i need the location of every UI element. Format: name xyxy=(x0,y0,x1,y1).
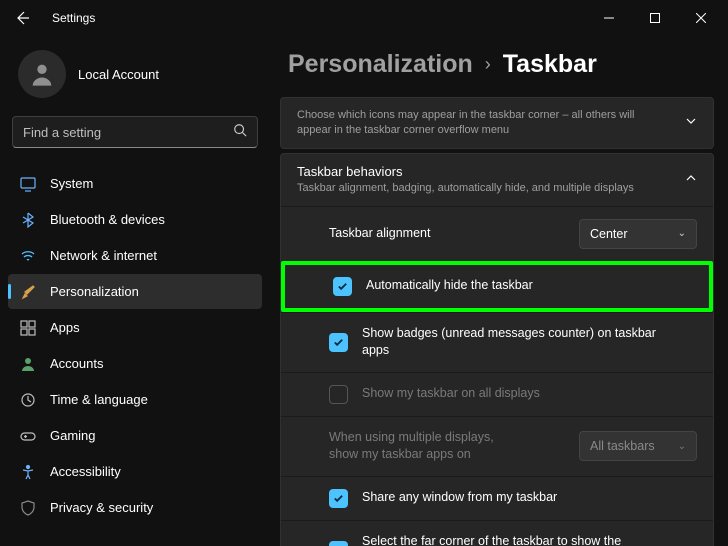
nav-system[interactable]: System xyxy=(8,166,262,201)
accounts-icon xyxy=(20,356,36,372)
nav-personalization[interactable]: Personalization xyxy=(8,274,262,309)
search-wrap xyxy=(8,116,262,166)
nav-time[interactable]: Time & language xyxy=(8,382,262,417)
content: Personalization › Taskbar Choose which i… xyxy=(270,36,728,546)
nav-label: Bluetooth & devices xyxy=(50,212,165,227)
back-button[interactable] xyxy=(12,8,32,28)
share-row[interactable]: Share any window from my taskbar xyxy=(281,476,713,520)
alignment-value: Center xyxy=(590,227,628,241)
nav-privacy[interactable]: Privacy & security xyxy=(8,490,262,525)
minimize-button[interactable] xyxy=(586,0,632,36)
behaviors-list: Taskbar alignment Center ⌄ Automatically… xyxy=(281,206,713,546)
accessibility-icon xyxy=(20,464,36,480)
nav-label: Accessibility xyxy=(50,464,121,479)
auto-hide-label: Automatically hide the taskbar xyxy=(366,277,533,295)
chevron-right-icon: › xyxy=(485,54,491,75)
far-corner-row[interactable]: Select the far corner of the taskbar to … xyxy=(281,520,713,546)
all-displays-label: Show my taskbar on all displays xyxy=(362,385,540,403)
avatar xyxy=(18,50,66,98)
breadcrumb: Personalization › Taskbar xyxy=(280,36,714,97)
nav-bluetooth[interactable]: Bluetooth & devices xyxy=(8,202,262,237)
nav-label: Apps xyxy=(50,320,80,335)
titlebar: Settings xyxy=(0,0,728,36)
auto-hide-row[interactable]: Automatically hide the taskbar xyxy=(285,265,709,308)
system-icon xyxy=(20,176,36,192)
all-displays-row: Show my taskbar on all displays xyxy=(281,372,713,416)
bluetooth-icon xyxy=(20,212,36,228)
gaming-icon xyxy=(20,428,36,444)
nav-gaming[interactable]: Gaming xyxy=(8,418,262,453)
nav-accessibility[interactable]: Accessibility xyxy=(8,454,262,489)
share-label: Share any window from my taskbar xyxy=(362,489,557,507)
nav-label: Gaming xyxy=(50,428,96,443)
search-input[interactable] xyxy=(23,125,233,140)
badges-row[interactable]: Show badges (unread messages counter) on… xyxy=(281,312,713,372)
main-area: Local Account System Bluetooth & devices… xyxy=(0,36,728,546)
search-box[interactable] xyxy=(12,116,258,148)
chevron-down-icon: ⌄ xyxy=(678,441,686,452)
far-corner-label: Select the far corner of the taskbar to … xyxy=(362,533,662,546)
nav-label: Accounts xyxy=(50,356,103,371)
close-icon xyxy=(696,13,706,23)
nav-list: System Bluetooth & devices Network & int… xyxy=(8,166,262,525)
badges-checkbox[interactable] xyxy=(329,333,348,352)
alignment-row: Taskbar alignment Center ⌄ xyxy=(281,207,713,261)
alignment-dropdown[interactable]: Center ⌄ xyxy=(579,219,697,249)
user-block[interactable]: Local Account xyxy=(8,36,262,116)
window-title: Settings xyxy=(52,11,95,25)
far-corner-checkbox[interactable] xyxy=(329,541,348,546)
chevron-up-icon xyxy=(685,172,697,187)
wifi-icon xyxy=(20,248,36,264)
auto-hide-checkbox[interactable] xyxy=(333,277,352,296)
highlight-annotation: Automatically hide the taskbar xyxy=(281,261,713,312)
multi-displays-dropdown: All taskbars ⌄ xyxy=(579,431,697,461)
corner-icons-card[interactable]: Choose which icons may appear in the tas… xyxy=(280,97,714,149)
all-displays-checkbox xyxy=(329,385,348,404)
window-controls xyxy=(586,0,724,36)
multi-displays-label: When using multiple displays, show my ta… xyxy=(329,429,519,464)
breadcrumb-current: Taskbar xyxy=(503,50,597,79)
nav-label: Personalization xyxy=(50,284,139,299)
apps-icon xyxy=(20,320,36,336)
maximize-icon xyxy=(650,13,660,23)
nav-label: Time & language xyxy=(50,392,148,407)
nav-label: Privacy & security xyxy=(50,500,153,515)
behaviors-title: Taskbar behaviors xyxy=(297,164,634,179)
user-icon xyxy=(28,60,56,88)
clock-icon xyxy=(20,392,36,408)
shield-icon xyxy=(20,500,36,516)
nav-label: System xyxy=(50,176,93,191)
search-icon xyxy=(233,123,247,142)
breadcrumb-parent[interactable]: Personalization xyxy=(288,50,473,79)
nav-apps[interactable]: Apps xyxy=(8,310,262,345)
behaviors-header[interactable]: Taskbar behaviors Taskbar alignment, bad… xyxy=(281,154,713,206)
badges-label: Show badges (unread messages counter) on… xyxy=(362,325,662,360)
alignment-label: Taskbar alignment xyxy=(329,225,565,243)
nav-network[interactable]: Network & internet xyxy=(8,238,262,273)
close-button[interactable] xyxy=(678,0,724,36)
arrow-left-icon xyxy=(14,10,30,26)
user-name: Local Account xyxy=(78,67,159,82)
multi-displays-row: When using multiple displays, show my ta… xyxy=(281,416,713,476)
paintbrush-icon xyxy=(20,284,36,300)
corner-icons-subtitle: Choose which icons may appear in the tas… xyxy=(297,108,637,138)
nav-accounts[interactable]: Accounts xyxy=(8,346,262,381)
minimize-icon xyxy=(604,13,614,23)
content-scroll: Choose which icons may appear in the tas… xyxy=(280,97,714,546)
maximize-button[interactable] xyxy=(632,0,678,36)
sidebar: Local Account System Bluetooth & devices… xyxy=(0,36,270,546)
nav-label: Network & internet xyxy=(50,248,157,263)
chevron-down-icon xyxy=(685,115,697,130)
share-checkbox[interactable] xyxy=(329,489,348,508)
behaviors-card: Taskbar behaviors Taskbar alignment, bad… xyxy=(280,153,714,546)
titlebar-left: Settings xyxy=(12,8,95,28)
chevron-down-icon: ⌄ xyxy=(678,228,686,239)
behaviors-subtitle: Taskbar alignment, badging, automaticall… xyxy=(297,181,634,196)
multi-displays-value: All taskbars xyxy=(590,439,655,453)
